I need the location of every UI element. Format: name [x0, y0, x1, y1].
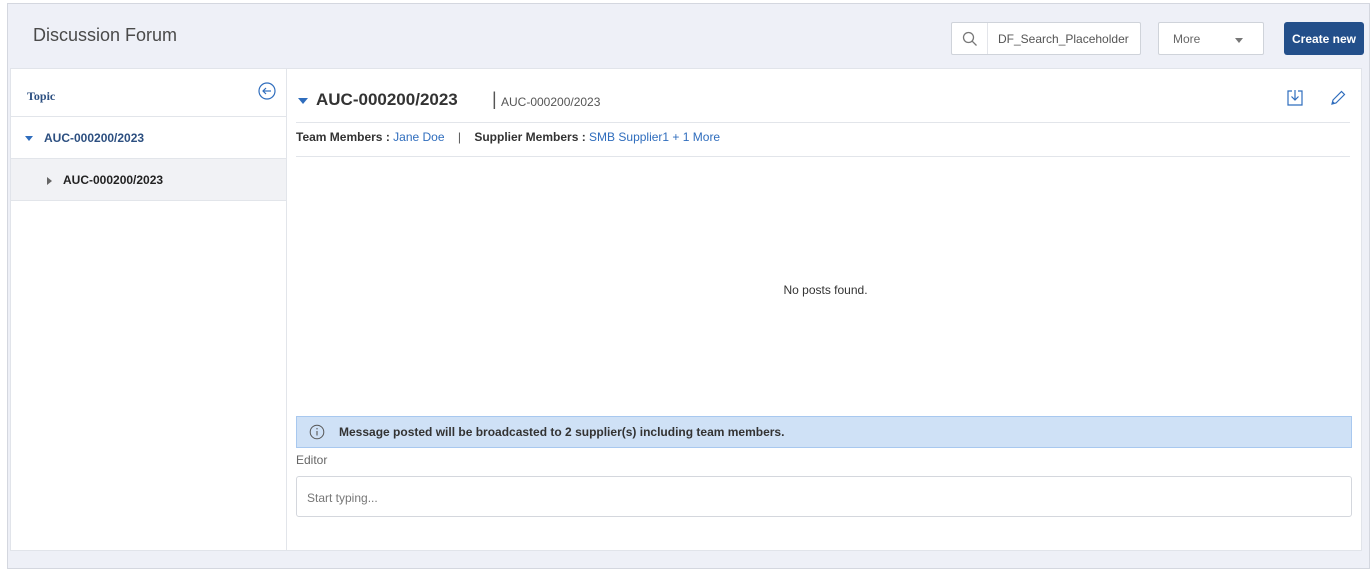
supplier-members-value[interactable]: SMB Supplier1 + 1 More [589, 130, 720, 144]
sidebar-item-label: AUC-000200/2023 [44, 131, 145, 145]
sidebar-item-topic-root[interactable]: AUC-000200/2023 [11, 117, 286, 159]
message-editor[interactable]: Start typing... [296, 476, 1352, 517]
topic-sidebar: Topic AUC-000200/2023 AUC-000200/2023 [11, 69, 287, 550]
supplier-members-label: Supplier Members : [474, 130, 586, 144]
topic-subtitle: AUC-000200/2023 [501, 95, 601, 109]
info-banner: Message posted will be broadcasted to 2 … [296, 416, 1352, 448]
editor-label: Editor [296, 453, 328, 467]
topic-title: AUC-000200/2023 [316, 90, 458, 109]
more-dropdown[interactable]: More [1158, 22, 1264, 55]
more-dropdown-label: More [1173, 31, 1201, 46]
caret-right-icon[interactable] [47, 177, 52, 185]
empty-posts-message: No posts found. [783, 283, 868, 297]
search-input[interactable] [988, 31, 1138, 46]
sidebar-item-label: AUC-000200/2023 [63, 173, 164, 187]
team-members-value[interactable]: Jane Doe [393, 130, 444, 144]
download-icon[interactable] [1285, 88, 1305, 108]
search-box[interactable] [951, 22, 1141, 55]
info-icon [309, 424, 325, 440]
edit-pencil-icon[interactable] [1328, 88, 1348, 108]
title-separator: | [492, 89, 497, 109]
topic-header: AUC-000200/2023 | AUC-000200/2023 [296, 69, 1350, 123]
caret-down-icon[interactable] [298, 98, 308, 104]
info-banner-text: Message posted will be broadcasted to 2 … [339, 425, 785, 439]
sidebar-header-label: Topic [27, 89, 56, 103]
main-panel: AUC-000200/2023 | AUC-000200/2023 Team M… [288, 69, 1363, 550]
sidebar-header: Topic [11, 69, 286, 117]
page-title: Discussion Forum [33, 25, 178, 45]
collapse-sidebar-icon[interactable] [257, 81, 277, 101]
search-icon[interactable] [952, 23, 988, 54]
team-members-label: Team Members : [296, 130, 390, 144]
caret-down-icon[interactable] [25, 136, 33, 141]
members-separator: | [457, 130, 461, 144]
members-row: Team Members : Jane Doe | Supplier Membe… [296, 124, 1350, 157]
sidebar-item-topic-child[interactable]: AUC-000200/2023 [11, 159, 286, 201]
content-panel: Topic AUC-000200/2023 AUC-000200/2023 AU… [10, 68, 1362, 551]
chevron-down-icon [1235, 38, 1243, 43]
create-new-button[interactable]: Create new [1284, 22, 1364, 55]
